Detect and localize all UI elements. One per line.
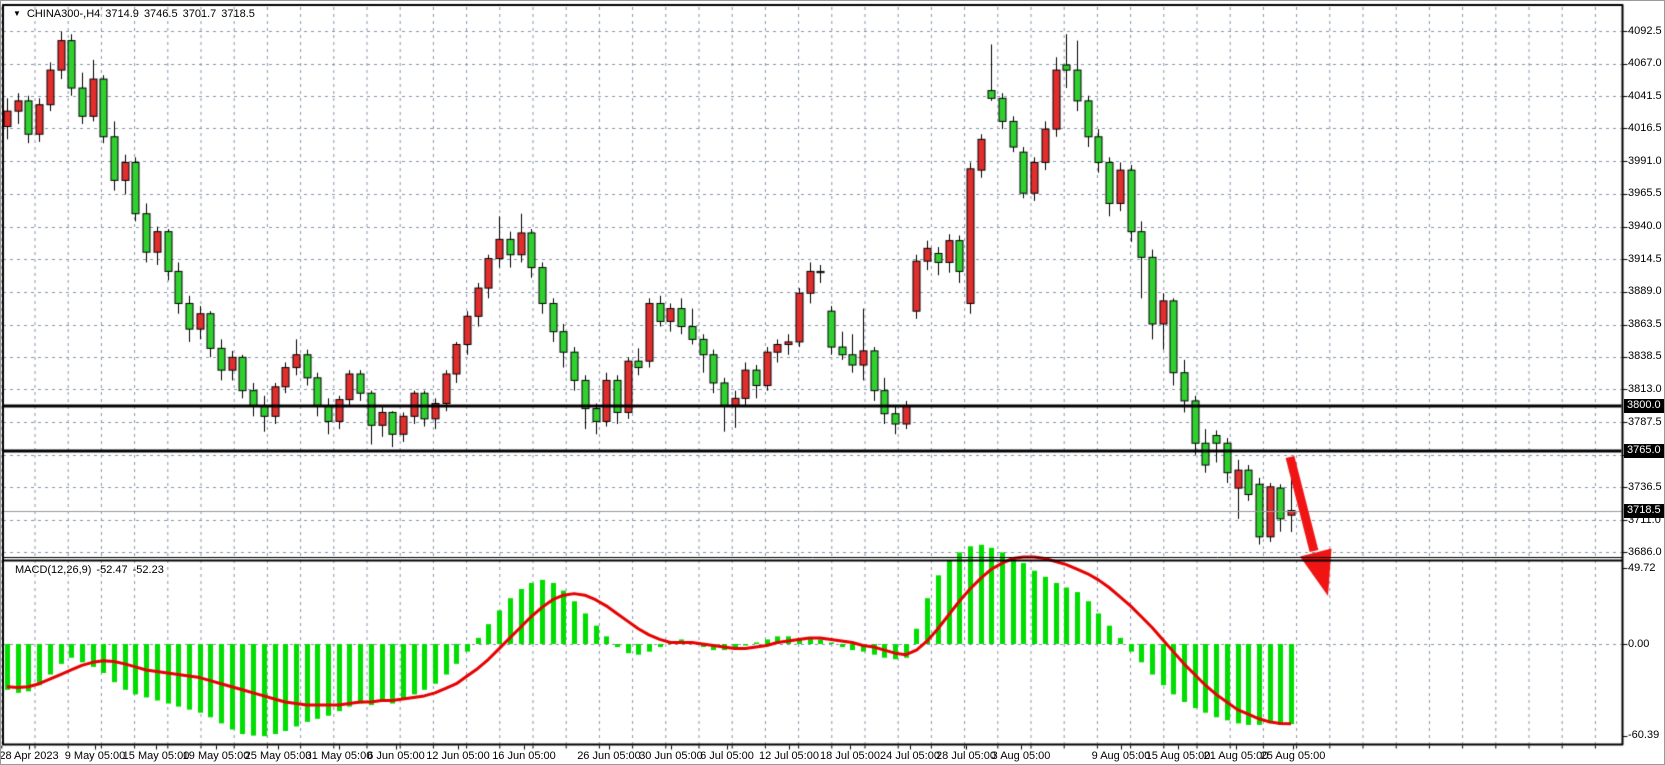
price-tick-label: 3813.0	[1628, 383, 1662, 395]
time-tick-label: 19 May 05:00	[183, 750, 250, 762]
time-tick-label: 25 Aug 05:00	[1261, 750, 1326, 762]
level-price-label-3800[interactable]: 3800.0	[1624, 399, 1664, 413]
time-tick-label: 12 Jul 05:00	[759, 750, 819, 762]
macd-value: -52.47	[96, 564, 127, 576]
time-tick-label: 15 Aug 05:00	[1146, 750, 1211, 762]
price-tick-label: 4016.5	[1628, 122, 1662, 134]
price-tick-label: 3991.0	[1628, 155, 1662, 167]
price-tick-label: 4041.5	[1628, 90, 1662, 102]
time-tick-label: 24 Jul 05:00	[880, 750, 940, 762]
quote-close: 3718.5	[221, 8, 255, 20]
price-tick-label: 3914.5	[1628, 253, 1662, 265]
time-tick-label: 18 Jul 05:00	[820, 750, 880, 762]
quote-high: 3746.5	[144, 8, 178, 20]
time-tick-label: 12 Jun 05:00	[426, 750, 490, 762]
symbol-title: ▼ CHINA300-,H4 3714.9 3746.5 3701.7 3718.5	[13, 8, 260, 20]
price-tick-label: 4092.5	[1628, 25, 1662, 37]
time-tick-label: 30 Jun 05:00	[639, 750, 703, 762]
macd-scale-max: 49.72	[1628, 562, 1656, 574]
time-tick-label: 3 Aug 05:00	[992, 750, 1051, 762]
time-tick-label: 6 Jun 05:00	[367, 750, 425, 762]
quote-low: 3701.7	[183, 8, 217, 20]
price-chart-canvas[interactable]	[1, 1, 1665, 765]
time-tick-label: 16 Jun 05:00	[492, 750, 556, 762]
time-tick-label: 6 Jul 05:00	[700, 750, 754, 762]
time-tick-label: 26 Jun 05:00	[577, 750, 641, 762]
time-tick-label: 21 Aug 05:00	[1204, 750, 1269, 762]
time-tick-label: 9 May 05:00	[65, 750, 126, 762]
price-tick-label: 4067.0	[1628, 57, 1662, 69]
time-tick-label: 25 May 05:00	[245, 750, 312, 762]
macd-scale-min: -60.39	[1628, 729, 1659, 741]
price-tick-label: 3863.5	[1628, 318, 1662, 330]
symbol-timeframe-label: CHINA300-,H4	[27, 8, 100, 20]
macd-indicator-label: MACD(12,26,9) -52.47 -52.23	[15, 564, 169, 576]
time-tick-label: 31 May 05:00	[306, 750, 373, 762]
bid-price-label: 3718.5	[1624, 504, 1664, 518]
level-price-label-3765[interactable]: 3765.0	[1624, 444, 1664, 458]
time-tick-label: 28 Jul 05:00	[936, 750, 996, 762]
time-tick-label: 15 May 05:00	[123, 750, 190, 762]
price-tick-label: 3940.0	[1628, 220, 1662, 232]
price-tick-label: 3965.5	[1628, 187, 1662, 199]
symbol-dropdown-icon[interactable]: ▼	[13, 9, 21, 18]
macd-scale-zero: 0.00	[1628, 638, 1649, 650]
chart-window: ▼ CHINA300-,H4 3714.9 3746.5 3701.7 3718.5 MA…	[0, 0, 1665, 765]
time-tick-label: 9 Aug 05:00	[1092, 750, 1151, 762]
quote-open: 3714.9	[105, 8, 139, 20]
price-tick-label: 3736.5	[1628, 481, 1662, 493]
price-tick-label: 3686.0	[1628, 546, 1662, 558]
price-tick-label: 3838.5	[1628, 350, 1662, 362]
time-tick-label: 28 Apr 2023	[0, 750, 59, 762]
macd-name: MACD(12,26,9)	[15, 564, 91, 576]
macd-signal-value: -52.23	[133, 564, 164, 576]
price-tick-label: 3889.0	[1628, 285, 1662, 297]
price-tick-label: 3787.5	[1628, 416, 1662, 428]
